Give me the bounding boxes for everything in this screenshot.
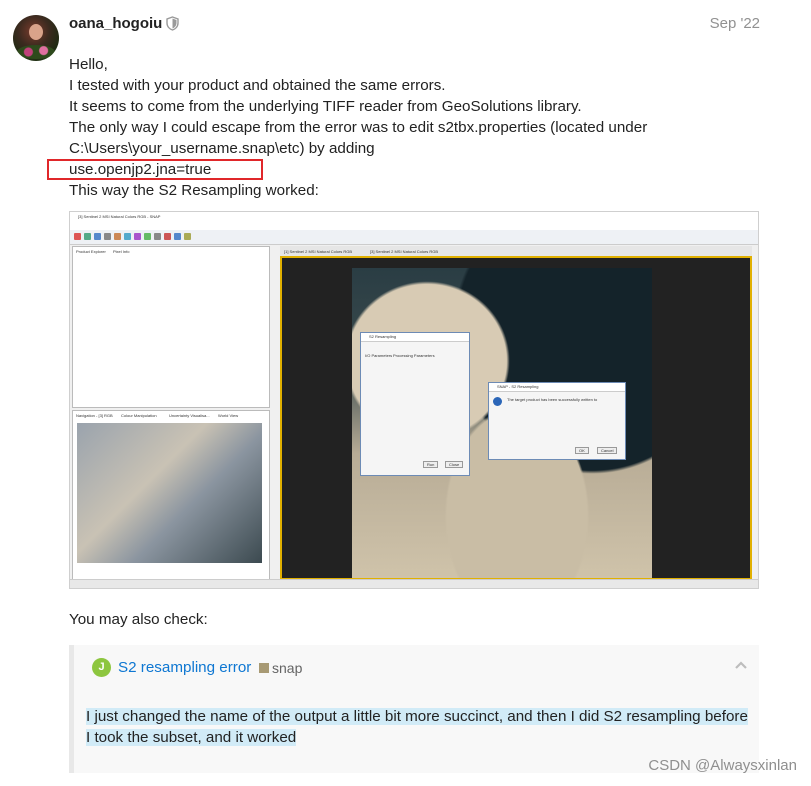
dialog-title: SNAP - S2 Resampling bbox=[497, 384, 539, 389]
snap-title: [3] Sentinel 2 MSI Natural Colors RGB - … bbox=[78, 214, 161, 219]
post-line: C:\Users\your_username.snap\etc) by addi… bbox=[69, 140, 375, 157]
snap-success-dialog: SNAP - S2 Resampling The target product … bbox=[488, 382, 626, 460]
toolbar-icon bbox=[74, 233, 81, 240]
toolbar-icon bbox=[114, 233, 121, 240]
post-line: It seems to come from the underlying TIF… bbox=[69, 98, 582, 115]
toolbar-icon bbox=[124, 233, 131, 240]
watermark: CSDN @Alwaysxinlan bbox=[648, 757, 797, 774]
post-line: Hello, bbox=[69, 56, 108, 73]
tab-navigation: Navigation - [3] RGB bbox=[76, 413, 113, 418]
dialog-title: S2 Resampling bbox=[369, 334, 397, 339]
tab-view-3: [3] Sentinel 2 MSI Natural Colors RGB bbox=[370, 249, 439, 254]
snap-toolbar bbox=[70, 230, 758, 245]
dialog-titlebar: S2 Resampling bbox=[361, 333, 469, 342]
dialog-titlebar: SNAP - S2 Resampling bbox=[489, 383, 625, 392]
tab-io-parameters: I/O Parameters bbox=[365, 353, 393, 358]
tab-processing-parameters: Processing Parameters bbox=[393, 353, 435, 358]
dialog-message: The target product has been successfully… bbox=[507, 397, 598, 402]
quote-card[interactable]: J S2 resampling error snap I just change… bbox=[69, 645, 759, 773]
tab-pixel-info: Pixel Info bbox=[113, 249, 130, 254]
snap-statusbar bbox=[70, 579, 758, 588]
post-line: I tested with your product and obtained … bbox=[69, 77, 446, 94]
avatar[interactable] bbox=[13, 15, 59, 61]
toolbar-icon bbox=[84, 233, 91, 240]
toolbar-icon bbox=[174, 233, 181, 240]
avatar-flowers bbox=[17, 45, 55, 59]
avatar-face bbox=[29, 24, 43, 40]
toolbar-icon bbox=[164, 233, 171, 240]
quote-text: I just changed the name of the output a … bbox=[86, 706, 756, 748]
s2-resampling-dialog: S2 Resampling I/O Parameters Processing … bbox=[360, 332, 470, 476]
view-tabs: [1] Sentinel 2 MSI Natural Colors RGB [3… bbox=[280, 246, 752, 256]
quote-line: I just changed the name of the output a … bbox=[86, 708, 748, 725]
shield-icon bbox=[166, 16, 179, 31]
ok-button: OK bbox=[575, 447, 589, 454]
tab-colour-manipulation: Colour Manipulation bbox=[121, 413, 157, 418]
tab-product-explorer: Product Explorer bbox=[76, 249, 106, 254]
cancel-button: Cancel bbox=[597, 447, 618, 454]
info-icon bbox=[493, 397, 502, 406]
toolbar-icon bbox=[134, 233, 141, 240]
quote-topic-link[interactable]: S2 resampling error bbox=[118, 659, 251, 676]
product-explorer-panel: Product Explorer Pixel Info bbox=[72, 246, 270, 408]
toolbar-icon bbox=[144, 233, 151, 240]
snap-menubar bbox=[70, 222, 758, 230]
tag-square-icon bbox=[259, 663, 269, 673]
post-date[interactable]: Sep '22 bbox=[710, 15, 760, 32]
post-line: The only way I could escape from the err… bbox=[69, 119, 648, 136]
quote-line: I took the subset, and it worked bbox=[86, 729, 297, 746]
navigation-thumbnail bbox=[77, 423, 262, 563]
close-button: Close bbox=[445, 461, 464, 468]
tab-uncertainty: Uncertainty Visualisa... bbox=[169, 413, 210, 418]
category-j-icon: J bbox=[92, 658, 111, 677]
post-line: This way the S2 Resampling worked: bbox=[69, 182, 319, 199]
toolbar-icon bbox=[94, 233, 101, 240]
username[interactable]: oana_hogoiu bbox=[69, 15, 162, 32]
quote-tag[interactable]: snap bbox=[272, 660, 302, 676]
also-check-text: You may also check: bbox=[69, 611, 208, 628]
tab-world-view: World View bbox=[218, 413, 239, 418]
run-button: Run bbox=[423, 461, 439, 468]
navigation-panel: Navigation - [3] RGB Colour Manipulation… bbox=[72, 410, 270, 582]
tab-view-1: [1] Sentinel 2 MSI Natural Colors RGB bbox=[284, 249, 353, 254]
embedded-screenshot[interactable]: [3] Sentinel 2 MSI Natural Colors RGB - … bbox=[69, 211, 759, 589]
chevron-up-icon[interactable] bbox=[733, 657, 749, 673]
toolbar-icon bbox=[104, 233, 111, 240]
toolbar-icon bbox=[154, 233, 161, 240]
highlight-box bbox=[47, 159, 263, 180]
toolbar-icon bbox=[184, 233, 191, 240]
